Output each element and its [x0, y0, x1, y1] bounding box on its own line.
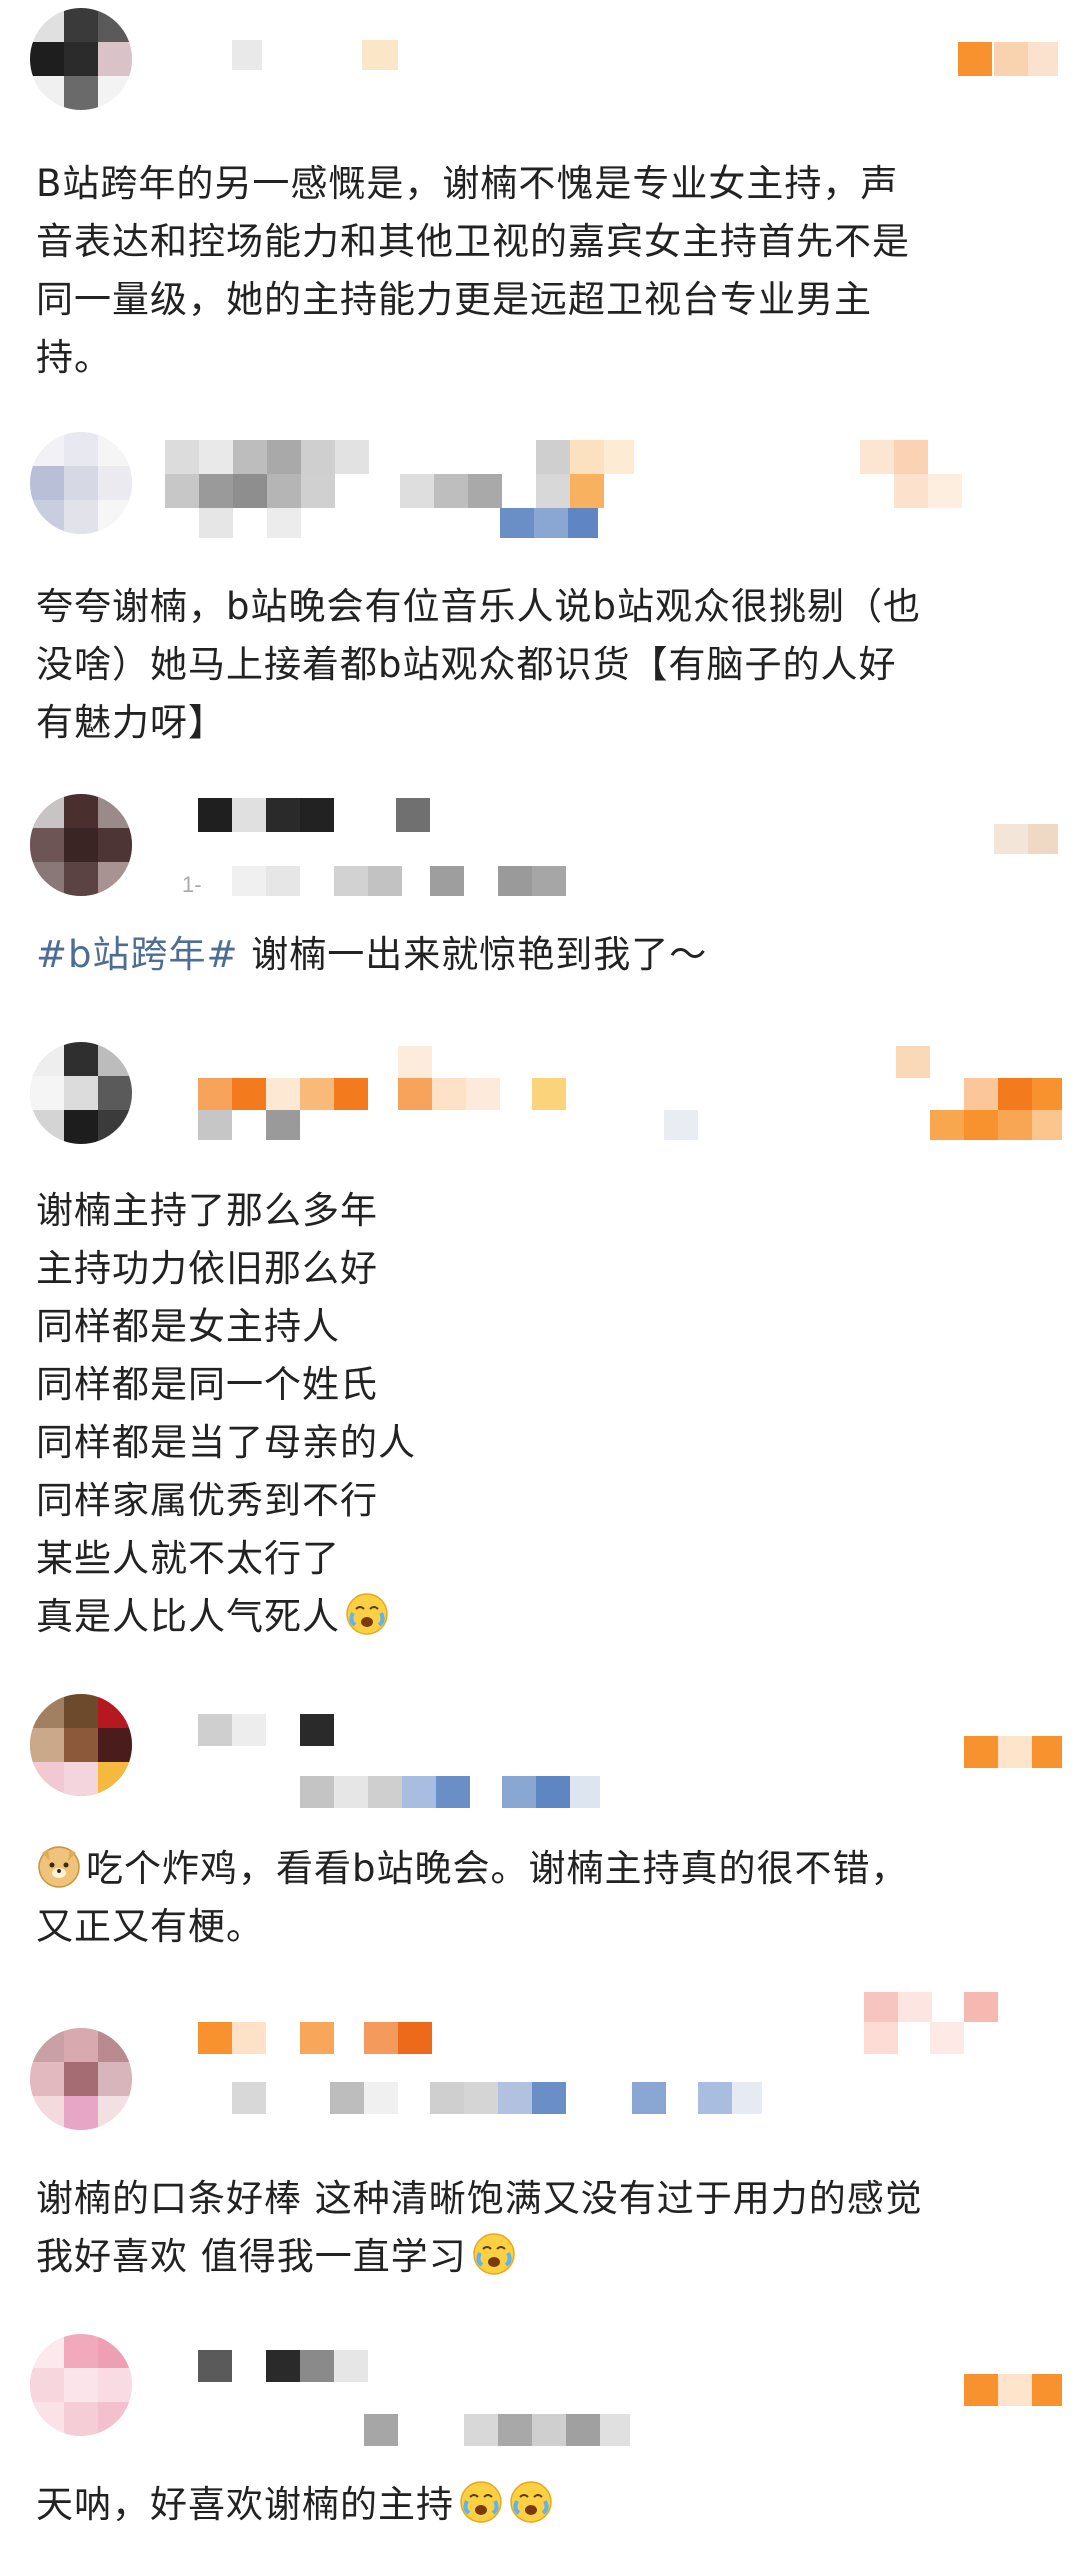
avatar[interactable] — [30, 2334, 132, 2436]
hashtag-link[interactable]: #b站跨年# — [36, 933, 239, 976]
comment-text: 天呐，好喜欢谢楠的主持 — [36, 2476, 1046, 2534]
avatar[interactable] — [30, 1694, 132, 1796]
avatar[interactable] — [30, 8, 132, 110]
comment-header — [0, 0, 1080, 150]
comment-header — [0, 420, 1080, 570]
comment-header: 1- — [0, 780, 1080, 930]
comment-header — [0, 2310, 1080, 2460]
avatar[interactable] — [30, 794, 132, 896]
doge-icon — [36, 1843, 82, 1889]
comment-header — [0, 1680, 1080, 1830]
comment-text: 谢楠的口条好棒 这种清晰饱满又没有过于用力的感觉 我好喜欢 值得我一直学习 — [36, 2177, 923, 2278]
crying-face-icon — [471, 2231, 517, 2277]
avatar[interactable] — [30, 2028, 132, 2130]
comment-text: B站跨年的另一感慨是，谢楠不愧是专业女主持，声 音表达和控场能力和其他卫视的嘉宾… — [36, 162, 910, 379]
comment-post: 天呐，好喜欢谢楠的主持 — [0, 2310, 1080, 2570]
comment-post: 谢楠的口条好棒 这种清晰饱满又没有过于用力的感觉 我好喜欢 值得我一直学习 — [0, 1970, 1080, 2310]
comment-header — [0, 1970, 1080, 2130]
comment-post: 夸夸谢楠，b站晚会有位音乐人说b站观众很挑剔（也 没啥）她马上接着都b站观众都识… — [0, 420, 1080, 780]
avatar[interactable] — [30, 432, 132, 534]
comment-header — [0, 1030, 1080, 1180]
comment-post: 1- #b站跨年# 谢楠一出来就惊艳到我了～ — [0, 780, 1080, 1030]
crying-face-icon — [344, 1591, 390, 1637]
comment-text: 谢楠主持了那么多年 主持功力依旧那么好 同样都是女主持人 同样都是同一个姓氏 同… — [36, 1189, 416, 1638]
avatar[interactable] — [30, 1042, 132, 1144]
comment-text: 吃个炸鸡，看看b站晚会。谢楠主持真的很不错， 又正又有梗。 — [36, 1840, 1046, 1956]
post-meta: 1- — [182, 872, 202, 897]
comment-post: 谢楠主持了那么多年 主持功力依旧那么好 同样都是女主持人 同样都是同一个姓氏 同… — [0, 1030, 1080, 1680]
crying-face-icon — [458, 2479, 504, 2525]
comment-post: B站跨年的另一感慨是，谢楠不愧是专业女主持，声 音表达和控场能力和其他卫视的嘉宾… — [0, 0, 1080, 420]
comment-text: 夸夸谢楠，b站晚会有位音乐人说b站观众很挑剔（也 没啥）她马上接着都b站观众都识… — [36, 585, 921, 744]
comment-feed: B站跨年的另一感慨是，谢楠不愧是专业女主持，声 音表达和控场能力和其他卫视的嘉宾… — [0, 0, 1080, 2570]
comment-text: #b站跨年# 谢楠一出来就惊艳到我了～ — [36, 933, 708, 976]
crying-face-icon — [508, 2479, 554, 2525]
comment-post: 吃个炸鸡，看看b站晚会。谢楠主持真的很不错， 又正又有梗。 — [0, 1680, 1080, 1970]
